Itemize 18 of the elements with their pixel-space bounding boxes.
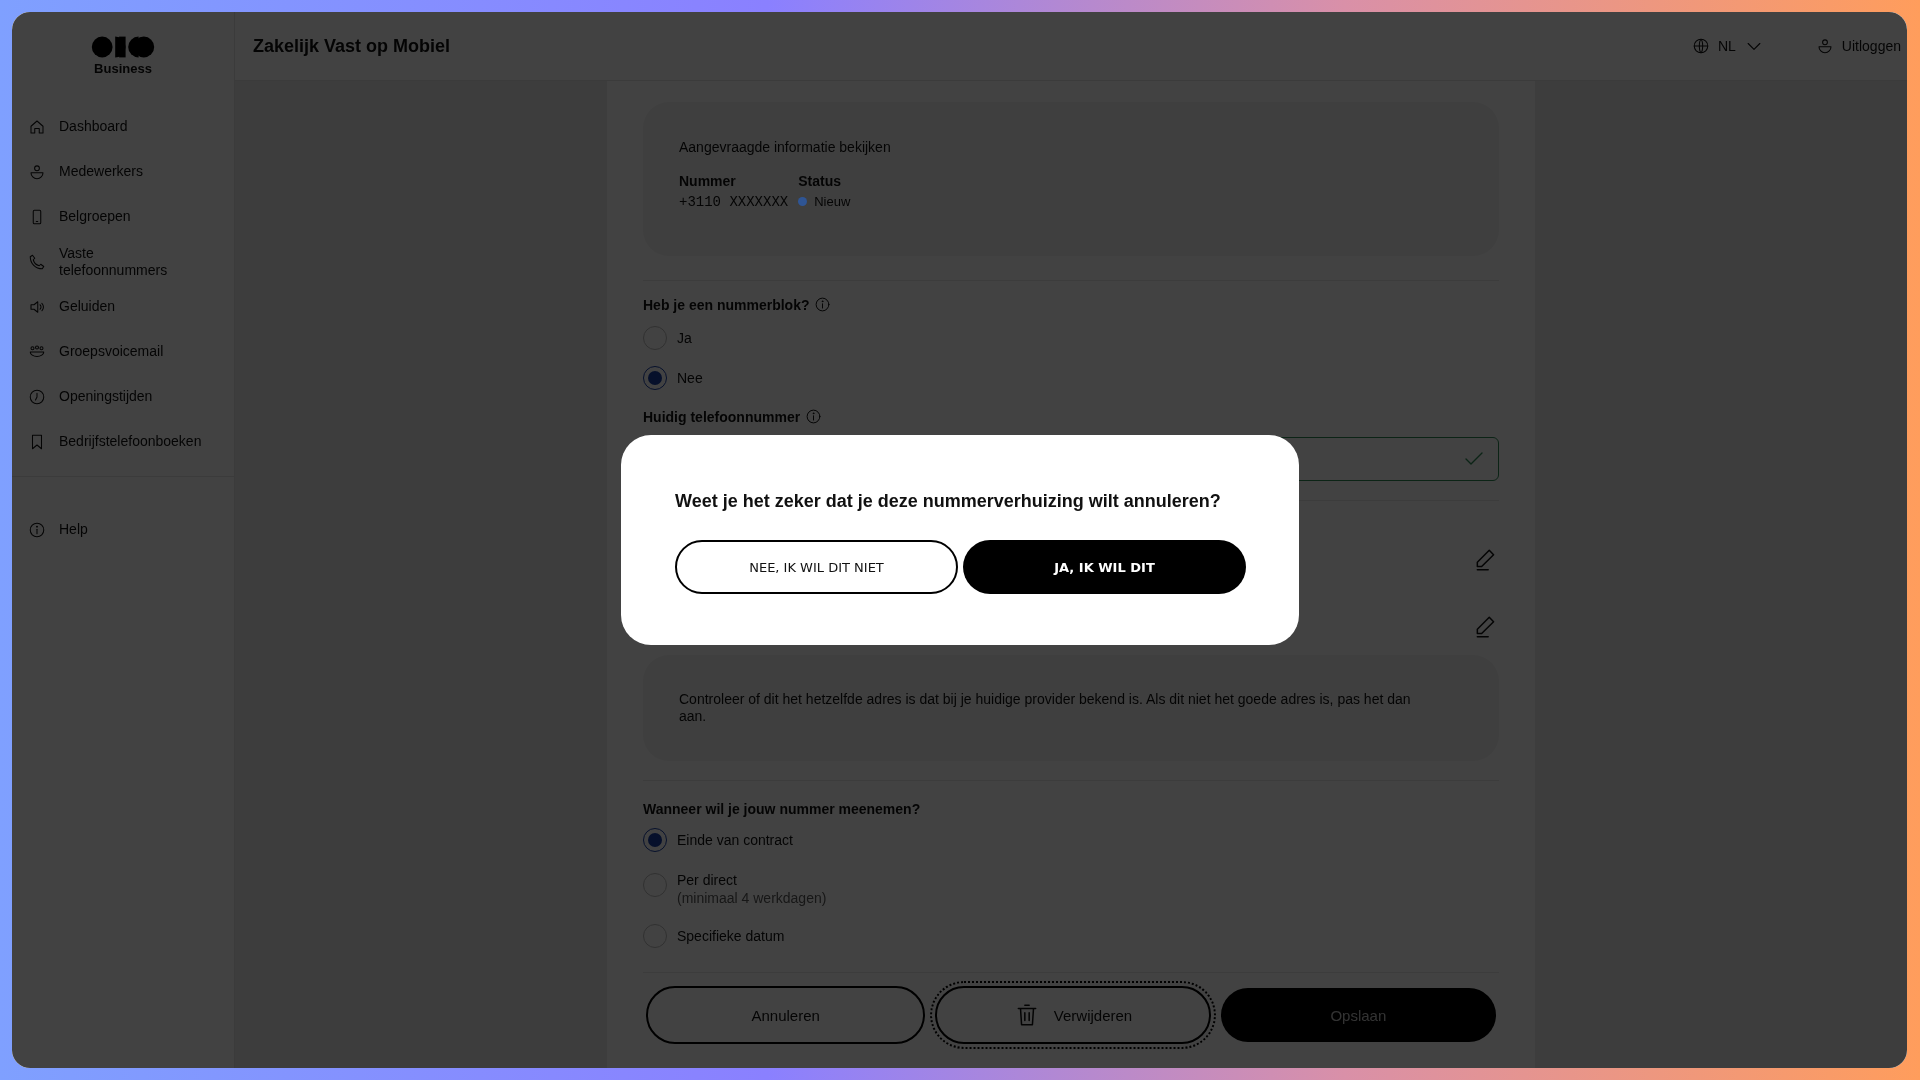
column-heading: Status xyxy=(798,173,842,189)
column-heading: Nummer xyxy=(679,173,737,189)
option-label: Specifieke datum xyxy=(677,927,785,945)
brand-name: Business xyxy=(94,61,152,76)
option-label: Ja xyxy=(677,329,692,347)
page-title: Zakelijk Vast op Mobiel xyxy=(253,35,452,57)
phone-number: +3110 XXXXXXX xyxy=(679,194,789,210)
question-label: Wanneer wil je jouw nummer meenemen? xyxy=(643,801,921,817)
decline-button[interactable]: NEE, IK WIL DIT NIET xyxy=(675,540,958,594)
field-label: Huidig telefoonnummer xyxy=(643,408,801,425)
option-label: Per direct xyxy=(677,871,738,889)
dialog-title: Weet je het zeker dat je deze nummerverhuizing wilt annuleren? xyxy=(675,490,1222,513)
status-value: Nieuw xyxy=(814,194,851,209)
question-label: Heb je een nummerblok? xyxy=(643,296,810,313)
option-label: Einde van contract xyxy=(677,831,793,849)
card-title: Aangevraagde informatie bekijken xyxy=(679,139,892,155)
confirm-button[interactable]: JA, IK WIL DIT xyxy=(963,540,1246,594)
option-label: Nee xyxy=(677,369,703,387)
